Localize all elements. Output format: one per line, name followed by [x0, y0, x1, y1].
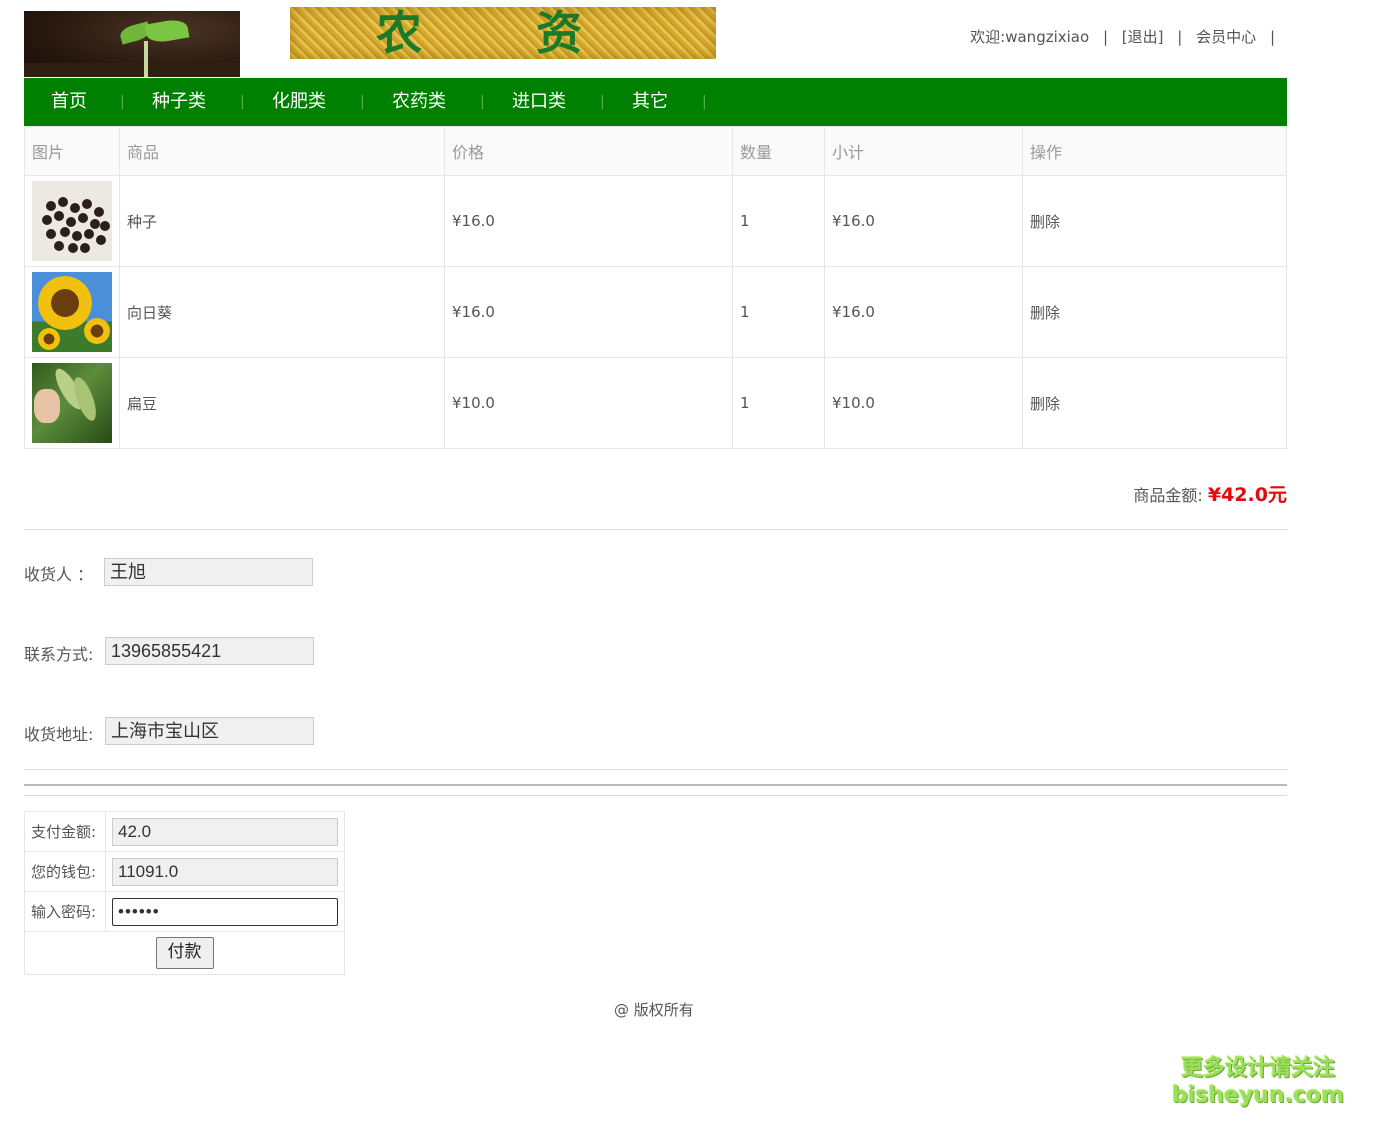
divider — [24, 529, 1287, 530]
payment-row: 付款 — [24, 931, 345, 975]
divider — [24, 795, 1287, 796]
product-subtotal: ¥16.0 — [824, 266, 1023, 358]
banner-char-1: 农 — [376, 7, 422, 59]
table-row: 种子 ¥16.0 1 ¥16.0 删除 — [24, 175, 1287, 267]
nav-separator: | — [360, 94, 365, 110]
receiver-row: 收货人 ： — [24, 561, 103, 585]
table-header-row: 图片 商品 价格 数量 小计 操作 — [24, 126, 1287, 176]
total-value: ¥42.0元 — [1207, 484, 1287, 506]
payment-row: 输入密码: •••••• — [24, 891, 345, 932]
nav-separator: | — [120, 94, 125, 110]
product-name: 种子 — [119, 175, 445, 267]
main-nav: 首页 | 种子类 | 化肥类 | 农药类 | 进口类 | 其它 | — [24, 78, 1287, 126]
total-label: 商品金额: — [1133, 486, 1203, 505]
separator: | — [1269, 28, 1275, 46]
nav-item-fertilizer[interactable]: 化肥类 — [272, 78, 326, 126]
pay-amount-cell: 42.0 — [105, 811, 345, 852]
payment-row: 支付金额: 42.0 — [24, 811, 345, 852]
pay-amount-input[interactable]: 42.0 — [112, 817, 338, 846]
address-row: 收货地址: — [24, 721, 103, 745]
column-header-action: 操作 — [1022, 126, 1287, 176]
bean-image — [32, 363, 112, 443]
column-header-image: 图片 — [24, 126, 120, 176]
delete-link[interactable]: 删除 — [1022, 266, 1287, 358]
receiver-input[interactable]: 王旭 — [104, 558, 313, 586]
phone-row: 联系方式: — [24, 641, 103, 665]
column-header-subtotal: 小计 — [824, 126, 1023, 176]
delete-link[interactable]: 删除 — [1022, 357, 1287, 449]
watermark-line-1: 更多设计请关注 — [1181, 1056, 1336, 1081]
product-quantity: 1 — [732, 175, 825, 267]
wallet-cell: 11091.0 — [105, 851, 345, 892]
product-subtotal: ¥10.0 — [824, 357, 1023, 449]
order-total: 商品金额: ¥42.0元 — [1133, 480, 1287, 507]
cart-table: 图片 商品 价格 数量 小计 操作 种子 ¥16.0 1 ¥16.0 删除 向日… — [24, 126, 1287, 449]
receiver-label: 收货人 ： — [24, 565, 94, 584]
nav-separator: | — [600, 94, 605, 110]
payment-table: 支付金额: 42.0 您的钱包: 11091.0 输入密码: •••••• 付款 — [24, 811, 345, 975]
product-price: ¥16.0 — [444, 266, 733, 358]
product-image-cell — [24, 357, 120, 449]
product-price: ¥16.0 — [444, 175, 733, 267]
payment-row: 您的钱包: 11091.0 — [24, 851, 345, 892]
address-input[interactable]: 上海市宝山区 — [105, 717, 314, 745]
divider — [24, 769, 1287, 770]
table-row: 向日葵 ¥16.0 1 ¥16.0 删除 — [24, 266, 1287, 358]
nav-item-pesticide[interactable]: 农药类 — [392, 78, 446, 126]
banner-char-2: 资 — [536, 7, 582, 59]
nav-item-import[interactable]: 进口类 — [512, 78, 566, 126]
product-quantity: 1 — [732, 266, 825, 358]
watermark-line-2: bisheyun.com — [1172, 1083, 1345, 1108]
password-input[interactable]: •••••• — [112, 897, 338, 926]
wallet-label: 您的钱包: — [24, 851, 106, 892]
product-name: 扁豆 — [119, 357, 445, 449]
column-header-product: 商品 — [119, 126, 445, 176]
site-banner: 农 资 — [290, 7, 716, 59]
nav-separator: | — [240, 94, 245, 110]
watermark: 更多设计请关注 bisheyun.com — [1172, 1055, 1344, 1109]
column-header-price: 价格 — [444, 126, 733, 176]
nav-item-home[interactable]: 首页 — [51, 78, 87, 126]
password-label: 输入密码: — [24, 891, 106, 932]
table-row: 扁豆 ¥10.0 1 ¥10.0 删除 — [24, 357, 1287, 449]
user-bar: 欢迎:wangzixiao | [退出] | 会员中心 | — [970, 26, 1284, 47]
site-logo-image — [24, 11, 240, 77]
separator: | — [1102, 28, 1109, 46]
pay-button-cell: 付款 — [24, 931, 345, 975]
product-image-cell — [24, 175, 120, 267]
pay-amount-label: 支付金额: — [24, 811, 106, 852]
nav-item-seeds[interactable]: 种子类 — [152, 78, 206, 126]
nav-separator: | — [480, 94, 485, 110]
nav-item-other[interactable]: 其它 — [632, 78, 668, 126]
column-header-quantity: 数量 — [732, 126, 825, 176]
product-subtotal: ¥16.0 — [824, 175, 1023, 267]
product-quantity: 1 — [732, 357, 825, 449]
password-cell: •••••• — [105, 891, 345, 932]
phone-input[interactable]: 13965855421 — [105, 637, 314, 665]
separator: | — [1177, 28, 1183, 46]
pay-button[interactable]: 付款 — [155, 937, 214, 969]
member-center-link[interactable]: 会员中心 — [1196, 28, 1256, 46]
address-label: 收货地址: — [24, 725, 94, 744]
nav-separator: | — [702, 94, 707, 110]
wallet-input[interactable]: 11091.0 — [112, 857, 338, 886]
copyright-text: @ 版权所有 — [614, 1001, 694, 1019]
welcome-text: 欢迎:wangzixiao — [970, 28, 1090, 46]
sunflower-image — [32, 272, 112, 352]
delete-link[interactable]: 删除 — [1022, 175, 1287, 267]
product-image-cell — [24, 266, 120, 358]
divider — [24, 784, 1287, 786]
seeds-image — [32, 181, 112, 261]
logout-link[interactable]: [退出] — [1122, 28, 1164, 46]
product-name: 向日葵 — [119, 266, 445, 358]
product-price: ¥10.0 — [444, 357, 733, 449]
phone-label: 联系方式: — [24, 645, 94, 664]
